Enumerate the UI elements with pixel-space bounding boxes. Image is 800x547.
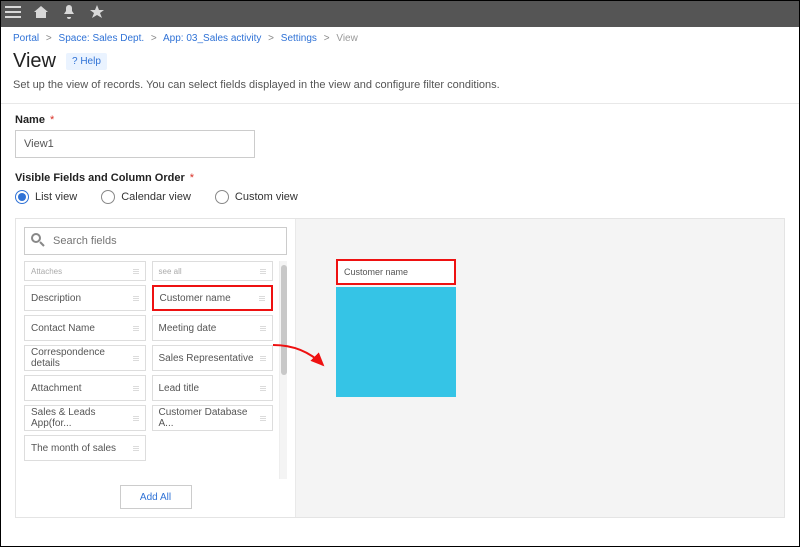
grip-icon — [133, 356, 139, 361]
field-label: Attaches — [31, 267, 62, 276]
scrollbar-track[interactable] — [279, 261, 287, 479]
name-input[interactable] — [15, 130, 255, 158]
breadcrumb-sep: > — [324, 33, 330, 44]
breadcrumb-item-1[interactable]: Space: Sales Dept. — [59, 33, 145, 44]
visible-fields-section: Visible Fields and Column Order * List v… — [1, 162, 799, 208]
grip-icon — [260, 356, 266, 361]
dropped-field-pill[interactable]: Customer name — [336, 259, 456, 285]
required-mark: * — [190, 172, 194, 184]
breadcrumb-sep: > — [46, 33, 52, 44]
source-fields-column: Attaches Description Contact Name Corres… — [16, 219, 296, 517]
field-label: Meeting date — [159, 323, 217, 334]
grip-icon — [133, 446, 139, 451]
visible-fields-label-text: Visible Fields and Column Order — [15, 172, 185, 184]
view-type-radios: List view Calendar view Custom view — [15, 190, 785, 204]
breadcrumb: Portal > Space: Sales Dept. > App: 03_Sa… — [1, 27, 799, 46]
field-label: Lead title — [159, 383, 200, 394]
breadcrumb-item-0[interactable]: Portal — [13, 33, 39, 44]
field-label: The month of sales — [31, 443, 116, 454]
home-icon[interactable] — [33, 4, 49, 25]
grip-icon — [260, 269, 266, 274]
breadcrumb-sep: > — [268, 33, 274, 44]
source-col-right: see all Customer name Meeting date Sales… — [152, 261, 274, 479]
drop-placeholder — [336, 287, 456, 397]
add-all-button[interactable]: Add All — [120, 485, 192, 509]
selected-fields-column[interactable]: Customer name — [296, 219, 784, 517]
field-pill[interactable]: Attachment — [24, 375, 146, 401]
field-pill[interactable]: Customer Database A... — [152, 405, 274, 431]
page-title: View — [13, 50, 56, 73]
radio-dot-icon — [101, 190, 115, 204]
field-label: Contact Name — [31, 323, 95, 334]
required-mark: * — [50, 114, 54, 126]
radio-label: Calendar view — [121, 191, 191, 203]
visible-fields-label: Visible Fields and Column Order * — [15, 172, 785, 184]
radio-dot-icon — [215, 190, 229, 204]
radio-list-view[interactable]: List view — [15, 190, 77, 204]
star-icon[interactable] — [89, 4, 105, 25]
radio-calendar-view[interactable]: Calendar view — [101, 190, 191, 204]
field-label: Customer Database A... — [159, 407, 261, 429]
radio-label: Custom view — [235, 191, 298, 203]
field-pill-customer-name[interactable]: Customer name — [152, 285, 274, 311]
breadcrumb-sep: > — [151, 33, 157, 44]
field-pill[interactable]: Lead title — [152, 375, 274, 401]
hamburger-icon[interactable] — [5, 4, 21, 25]
breadcrumb-current: View — [336, 33, 358, 44]
fields-panel: Attaches Description Contact Name Corres… — [15, 218, 785, 518]
grip-icon — [133, 386, 139, 391]
grip-icon — [260, 326, 266, 331]
grip-icon — [260, 386, 266, 391]
grip-icon — [133, 296, 139, 301]
source-col-left: Attaches Description Contact Name Corres… — [24, 261, 146, 479]
field-pill[interactable]: Attaches — [24, 261, 146, 281]
grip-icon — [260, 416, 266, 421]
page-header: View ? Help — [1, 46, 799, 75]
name-label-text: Name — [15, 114, 45, 126]
help-link[interactable]: ? Help — [66, 53, 107, 70]
page-description: Set up the view of records. You can sele… — [1, 75, 799, 104]
radio-label: List view — [35, 191, 77, 203]
search-icon — [30, 232, 46, 253]
field-label: Sales Representative — [159, 353, 254, 364]
field-label: Sales & Leads App(for... — [31, 407, 133, 429]
field-pill[interactable]: Description — [24, 285, 146, 311]
field-pill[interactable]: Sales & Leads App(for... — [24, 405, 146, 431]
bell-icon[interactable] — [61, 4, 77, 25]
breadcrumb-item-3[interactable]: Settings — [281, 33, 317, 44]
field-pill[interactable]: Correspondence details — [24, 345, 146, 371]
name-section: Name * — [1, 104, 799, 162]
field-pill[interactable]: The month of sales — [24, 435, 146, 461]
top-navbar — [1, 1, 799, 27]
grip-icon — [133, 269, 139, 274]
field-label: Customer name — [160, 293, 231, 304]
search-input[interactable] — [24, 227, 287, 255]
field-label: see all — [159, 267, 182, 276]
name-label: Name * — [15, 114, 785, 126]
grip-icon — [259, 296, 265, 301]
field-label: Description — [31, 293, 81, 304]
field-pill[interactable]: Meeting date — [152, 315, 274, 341]
scrollbar-thumb[interactable] — [281, 265, 287, 375]
field-label: Correspondence details — [31, 347, 133, 369]
field-label: Customer name — [344, 267, 408, 277]
field-label: Attachment — [31, 383, 82, 394]
radio-dot-icon — [15, 190, 29, 204]
breadcrumb-item-2[interactable]: App: 03_Sales activity — [163, 33, 261, 44]
radio-custom-view[interactable]: Custom view — [215, 190, 298, 204]
field-pill[interactable]: see all — [152, 261, 274, 281]
grip-icon — [133, 326, 139, 331]
search-wrap — [24, 227, 287, 255]
grip-icon — [133, 416, 139, 421]
source-fields-list: Attaches Description Contact Name Corres… — [24, 261, 287, 479]
field-pill[interactable]: Sales Representative — [152, 345, 274, 371]
field-pill[interactable]: Contact Name — [24, 315, 146, 341]
